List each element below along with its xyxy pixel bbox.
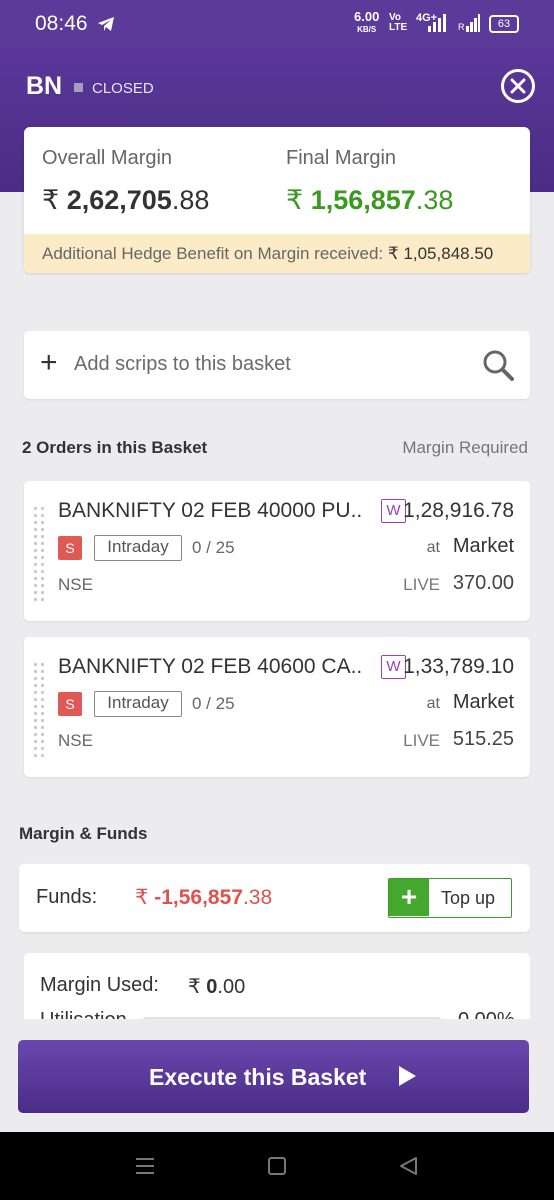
margin-required-label: Margin Required bbox=[402, 438, 528, 457]
drag-handle-icon[interactable] bbox=[32, 505, 46, 605]
order-quantity: 0 / 25 bbox=[192, 538, 235, 557]
signal-icon-2: R bbox=[458, 14, 480, 32]
volte-indicator: Vo LTE bbox=[389, 12, 408, 33]
order-price-type: Market bbox=[452, 691, 514, 713]
battery-icon: 63 bbox=[489, 15, 519, 33]
margin-used-value: ₹ 0.00 bbox=[188, 976, 246, 998]
order-price-type: Market bbox=[452, 535, 514, 557]
order-symbol: BANKNIFTY 02 FEB 40000 PU.. bbox=[58, 499, 363, 522]
execute-basket-button[interactable]: Execute this Basket bbox=[18, 1040, 529, 1113]
order-exchange: NSE bbox=[58, 575, 93, 594]
network-speed: 6.00 KB/S bbox=[354, 9, 380, 34]
funds-value: ₹ -1,56,857.38 bbox=[135, 886, 273, 909]
top-up-button[interactable]: + Top up bbox=[388, 878, 512, 918]
telegram-icon bbox=[98, 17, 114, 31]
order-ltp: 515.25 bbox=[452, 728, 514, 750]
hedge-benefit-text: Additional Hedge Benefit on Margin recei… bbox=[42, 244, 384, 263]
orders-count-title: 2 Orders in this Basket bbox=[22, 438, 208, 457]
hedge-benefit-value: ₹ 1,05,848.50 bbox=[387, 244, 494, 263]
system-nav-bar bbox=[0, 1132, 554, 1200]
order-at-label: at bbox=[426, 539, 440, 556]
utilisation-bar bbox=[142, 1017, 442, 1019]
home-icon[interactable] bbox=[268, 1157, 286, 1175]
status-bar: 08:46 6.00 KB/S Vo LTE 4G+ R 63 bbox=[0, 0, 554, 48]
drag-handle-icon[interactable] bbox=[32, 661, 46, 761]
utilisation-percent: 0.00% bbox=[458, 1009, 515, 1019]
overall-margin-value: ₹ 2,62,705.88 bbox=[42, 185, 210, 215]
order-margin: 1,33,789.10 bbox=[403, 655, 514, 678]
order-at-label: at bbox=[426, 695, 440, 712]
sell-badge: S bbox=[58, 536, 82, 560]
live-label: LIVE bbox=[403, 731, 440, 750]
utilisation-label: Utilisation bbox=[40, 1009, 127, 1019]
page-title: BN bbox=[26, 72, 63, 100]
hedge-benefit-banner: Additional Hedge Benefit on Margin recei… bbox=[24, 234, 530, 273]
margin-used-card: Margin Used: ₹ 0.00 Utilisation 0.00% bbox=[24, 953, 530, 1019]
final-margin: Final Margin ₹ 1,56,857.38 bbox=[286, 147, 453, 216]
add-scrips-search[interactable]: + Add scrips to this basket bbox=[24, 331, 530, 399]
order-ltp: 370.00 bbox=[452, 572, 514, 594]
play-icon bbox=[399, 1066, 416, 1086]
overall-margin-label: Overall Margin bbox=[42, 147, 173, 169]
top-up-label: Top up bbox=[441, 888, 496, 908]
product-type-badge: Intraday bbox=[94, 691, 182, 717]
recent-apps-icon[interactable] bbox=[135, 1156, 155, 1176]
svg-text:R: R bbox=[458, 22, 465, 32]
live-label: LIVE bbox=[403, 575, 440, 594]
search-icon[interactable] bbox=[481, 348, 515, 382]
order-margin: 1,28,916.78 bbox=[403, 499, 514, 522]
back-icon[interactable] bbox=[398, 1156, 418, 1176]
final-margin-value: ₹ 1,56,857.38 bbox=[286, 185, 454, 215]
status-dot-icon bbox=[74, 83, 83, 92]
overall-margin: Overall Margin ₹ 2,62,705.88 bbox=[42, 147, 209, 216]
status-time: 08:46 bbox=[35, 12, 88, 35]
sell-badge: S bbox=[58, 692, 82, 716]
close-icon bbox=[510, 78, 526, 94]
signal-icon bbox=[428, 14, 446, 32]
margin-summary-card: Overall Margin ₹ 2,62,705.88 Final Margi… bbox=[24, 127, 530, 273]
plus-icon: + bbox=[40, 346, 58, 379]
search-placeholder: Add scrips to this basket bbox=[74, 353, 291, 375]
close-button[interactable] bbox=[501, 69, 535, 103]
plus-icon: + bbox=[389, 879, 429, 916]
margin-funds-title: Margin & Funds bbox=[19, 824, 148, 843]
funds-card: Funds: ₹ -1,56,857.38 + Top up bbox=[19, 864, 530, 932]
product-type-badge: Intraday bbox=[94, 535, 182, 561]
margin-used-label: Margin Used: bbox=[40, 974, 159, 996]
funds-label: Funds: bbox=[36, 886, 98, 908]
final-margin-label: Final Margin bbox=[286, 147, 397, 169]
order-exchange: NSE bbox=[58, 731, 93, 750]
order-quantity: 0 / 25 bbox=[192, 694, 235, 713]
market-status: CLOSED bbox=[92, 80, 154, 97]
execute-basket-label: Execute this Basket bbox=[149, 1064, 367, 1090]
order-card[interactable]: BANKNIFTY 02 FEB 40600 CA.. W 1,33,789.1… bbox=[24, 637, 530, 777]
order-card[interactable]: BANKNIFTY 02 FEB 40000 PU.. W 1,28,916.7… bbox=[24, 481, 530, 621]
order-symbol: BANKNIFTY 02 FEB 40600 CA.. bbox=[58, 655, 363, 678]
